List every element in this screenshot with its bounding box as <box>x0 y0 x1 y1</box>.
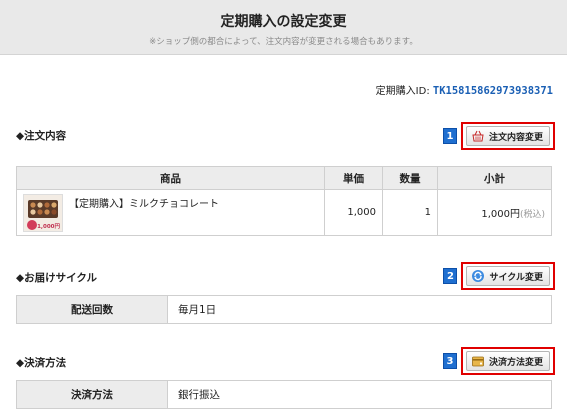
payment-change-label: 決済方法変更 <box>488 357 543 368</box>
payment-method-value: 銀行振込 <box>167 380 552 409</box>
header-note: ※ショップ側の都合によって、注文内容が変更される場合もあります。 <box>149 37 418 47</box>
order-change-label: 注文内容変更 <box>488 132 543 143</box>
payment-method-label: 決済方法 <box>16 380 168 409</box>
table-row: 1,000円 【定期購入】ミルクチョコレート 1,000 1 1,000円(税込… <box>16 189 552 236</box>
table-row: 配送回数 毎月1日 <box>16 295 552 324</box>
highlight-frame-2: サイクル変更 <box>461 262 555 290</box>
order-id: 定期購入ID: TK15815862973938371 <box>376 82 553 97</box>
payment-section-title: ◆決済方法 <box>16 357 67 369</box>
refresh-icon <box>471 269 485 283</box>
unit-price-cell: 1,000 <box>324 189 383 236</box>
order-change-button[interactable]: 注文内容変更 <box>465 126 550 146</box>
quantity-cell: 1 <box>382 189 438 236</box>
order-change-action: 1 注文内容変更 <box>442 122 555 150</box>
step-badge-3: 3 <box>442 353 457 369</box>
cycle-change-button[interactable]: サイクル変更 <box>466 266 550 286</box>
payment-table: 決済方法 銀行振込 <box>16 380 552 409</box>
delivery-count-label: 配送回数 <box>16 295 168 324</box>
highlight-frame-1: 注文内容変更 <box>460 122 555 150</box>
delivery-table: 配送回数 毎月1日 <box>16 295 552 324</box>
table-row: 決済方法 銀行振込 <box>16 380 552 409</box>
order-id-value: TK15815862973938371 <box>432 85 553 97</box>
payment-change-button[interactable]: 決済方法変更 <box>465 351 550 371</box>
col-quantity: 数量 <box>382 166 438 190</box>
col-subtotal: 小計 <box>437 166 552 190</box>
col-unit-price: 単価 <box>324 166 383 190</box>
order-id-label: 定期購入ID: <box>375 86 430 97</box>
product-thumbnail[interactable]: 1,000円 <box>23 194 63 232</box>
product-name: 【定期購入】ミルクチョコレート <box>69 199 219 210</box>
subtotal-value: 1,000円 <box>481 209 520 220</box>
product-cell: 1,000円 【定期購入】ミルクチョコレート <box>16 189 325 236</box>
order-table: 商品 単価 数量 小計 1,000円 【定期購入】ミルクチョコレート 1,000… <box>16 166 552 236</box>
page-header: 定期購入の設定変更 ※ショップ側の都合によって、注文内容が変更される場合もありま… <box>0 0 567 55</box>
page-title: 定期購入の設定変更 <box>220 14 347 30</box>
basket-icon <box>471 129 485 143</box>
highlight-frame-3: 決済方法変更 <box>460 347 555 375</box>
order-table-header: 商品 単価 数量 小計 <box>16 166 552 190</box>
wallet-icon <box>471 354 485 368</box>
subtotal-cell: 1,000円(税込) <box>437 189 552 236</box>
col-product: 商品 <box>16 166 325 190</box>
delivery-section-title: ◆お届けサイクル <box>16 272 98 284</box>
cycle-change-action: 2 サイクル変更 <box>443 262 555 290</box>
order-section-title: ◆注文内容 <box>16 130 67 142</box>
cycle-change-label: サイクル変更 <box>489 272 543 283</box>
payment-change-action: 3 決済方法変更 <box>442 347 555 375</box>
step-badge-2: 2 <box>443 268 458 284</box>
delivery-count-value: 毎月1日 <box>167 295 552 324</box>
thumbnail-price: 1,000円 <box>37 224 60 230</box>
step-badge-1: 1 <box>442 128 457 144</box>
tax-note: (税込) <box>519 210 545 220</box>
